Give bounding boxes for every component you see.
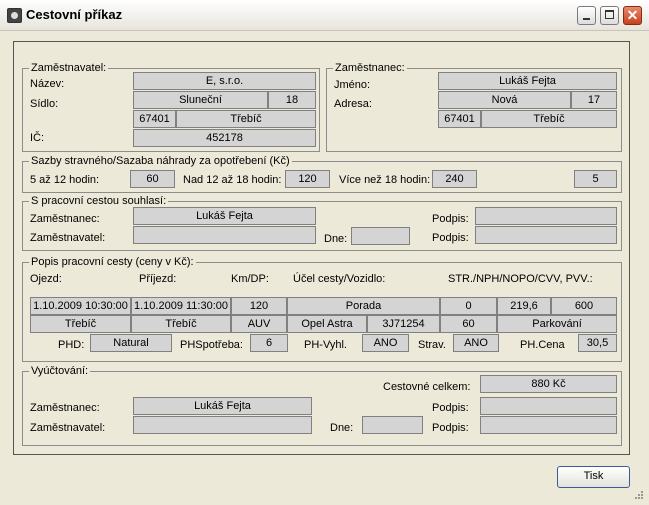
app-icon: [7, 8, 22, 23]
trip-price-label: PH.Cena: [520, 339, 565, 351]
employer-city-field[interactable]: Třebíč: [176, 110, 316, 128]
settlement-employer-field[interactable]: [133, 416, 312, 434]
total-field[interactable]: 880 Kč: [480, 375, 617, 393]
employer-seat-label: Sídlo:: [30, 98, 59, 110]
trip-km-header: Km/DP:: [231, 273, 269, 285]
employee-address-label: Adresa:: [334, 98, 372, 110]
rate2-field[interactable]: 120: [285, 170, 330, 188]
rate3-label: Více než 18 hodin:: [339, 174, 431, 186]
settlement-sign2-field[interactable]: [480, 416, 617, 434]
employer-ico-field[interactable]: 452178: [133, 129, 316, 147]
settlement-date-label: Dne:: [330, 422, 354, 434]
trip-purpose-header: Účel cesty/Vozidlo:: [293, 273, 386, 285]
trip-car-field[interactable]: Opel Astra: [287, 315, 367, 333]
trip-cvv-field[interactable]: 60: [440, 315, 497, 333]
settlement-employer-label: Zaměstnavatel:: [30, 422, 106, 434]
employer-number-field[interactable]: 18: [268, 91, 316, 109]
trip-purpose-field[interactable]: Porada: [287, 297, 440, 315]
resize-grip-icon[interactable]: [634, 490, 644, 500]
trip-km-field[interactable]: 120: [231, 297, 287, 315]
trip-vyhl-field[interactable]: ANO: [362, 334, 409, 352]
trip-arrival-header: Příjezd:: [139, 273, 177, 285]
employee-zip-field[interactable]: 67401: [438, 110, 481, 128]
maximize-icon: [605, 10, 614, 19]
employer-zip-field[interactable]: 67401: [133, 110, 176, 128]
close-button[interactable]: ✕: [623, 6, 642, 25]
settlement-legend: Vyúčtování:: [29, 365, 91, 377]
employer-name-label: Název:: [30, 78, 65, 90]
trip-other-header: STR./NPH/NOPO/CVV, PVV.:: [448, 273, 593, 285]
close-icon: ✕: [626, 7, 639, 23]
trip-legend: Popis pracovní cesty (ceny v Kč):: [29, 256, 196, 268]
total-label: Cestovné celkem:: [383, 381, 471, 393]
employee-city-field[interactable]: Třebíč: [481, 110, 617, 128]
trip-vyhl-label: PH-Vyhl.: [304, 339, 347, 351]
window-title: Cestovní příkaz: [26, 7, 123, 22]
settlement-date-field[interactable]: [362, 416, 423, 434]
maximize-button[interactable]: [600, 6, 619, 25]
trip-from-field[interactable]: Třebíč: [30, 315, 131, 333]
rate1-label: 5 až 12 hodin:: [30, 174, 100, 186]
employee-number-field[interactable]: 17: [571, 91, 617, 109]
minimize-button[interactable]: [577, 6, 596, 25]
rates-legend: Sazby stravného/Sazaba náhrady za opotře…: [29, 155, 292, 167]
trip-price-field[interactable]: 30,5: [578, 334, 617, 352]
rate2-label: Nad 12 až 18 hodin:: [183, 174, 282, 186]
consent-sign2-label: Podpis:: [432, 232, 469, 244]
employee-name-field[interactable]: Lukáš Fejta: [438, 72, 617, 90]
trip-departure-header: Ojezd:: [30, 273, 62, 285]
settlement-sign1-field[interactable]: [480, 397, 617, 415]
employee-name-label: Jméno:: [334, 79, 371, 91]
employer-legend: Zaměstnavatel:: [29, 62, 109, 74]
consent-sign2-field[interactable]: [475, 226, 617, 244]
trip-pvv-field[interactable]: Parkování: [497, 315, 617, 333]
employer-ico-label: IČ:: [30, 132, 45, 144]
employee-street-field[interactable]: Nová: [438, 91, 571, 109]
trip-str-field[interactable]: 0: [440, 297, 497, 315]
trip-phd-label: PHD:: [58, 339, 85, 351]
trip-strav-field[interactable]: ANO: [453, 334, 499, 352]
settlement-employee-field[interactable]: Lukáš Fejta: [133, 397, 312, 415]
settlement-employee-label: Zaměstnanec:: [30, 402, 100, 414]
employee-legend: Zaměstnanec:: [333, 62, 407, 74]
trip-arrival-field[interactable]: 1.10.2009 11:30:00: [131, 297, 231, 315]
settlement-sign1-label: Podpis:: [432, 402, 469, 414]
consent-legend: S pracovní cestou souhlasí:: [29, 195, 169, 207]
minimize-icon: [583, 18, 590, 20]
trip-nopo-field[interactable]: 600: [551, 297, 617, 315]
print-button[interactable]: Tisk: [557, 466, 630, 488]
consent-employer-label: Zaměstnavatel:: [30, 232, 106, 244]
consent-date-field[interactable]: [351, 227, 410, 245]
consent-employee-field[interactable]: Lukáš Fejta: [133, 207, 316, 225]
trip-nph-field[interactable]: 219,6: [497, 297, 551, 315]
trip-to-field[interactable]: Třebíč: [131, 315, 231, 333]
rate1-field[interactable]: 60: [130, 170, 175, 188]
rate3-field[interactable]: 240: [432, 170, 477, 188]
trip-consumption-label: PHSpotřeba:: [180, 339, 243, 351]
consent-employer-field[interactable]: [133, 226, 316, 244]
trip-departure-field[interactable]: 1.10.2009 10:30:00: [30, 297, 131, 315]
employer-street-field[interactable]: Sluneční: [133, 91, 268, 109]
consent-sign1-field[interactable]: [475, 207, 617, 225]
consent-date-label: Dne:: [324, 233, 348, 245]
wear-rate-field[interactable]: 5: [574, 170, 617, 188]
trip-phd-field[interactable]: Natural: [90, 334, 172, 352]
settlement-sign2-label: Podpis:: [432, 422, 469, 434]
employer-name-field[interactable]: E, s.r.o.: [133, 72, 316, 90]
trip-plate-field[interactable]: 3J71254: [367, 315, 440, 333]
consent-employee-label: Zaměstnanec:: [30, 213, 100, 225]
trip-consumption-field[interactable]: 6: [250, 334, 288, 352]
title-bar[interactable]: Cestovní příkaz ✕: [0, 0, 649, 31]
trip-dp-field[interactable]: AUV: [231, 315, 287, 333]
trip-strav-label: Strav.: [418, 339, 446, 351]
consent-sign1-label: Podpis:: [432, 213, 469, 225]
